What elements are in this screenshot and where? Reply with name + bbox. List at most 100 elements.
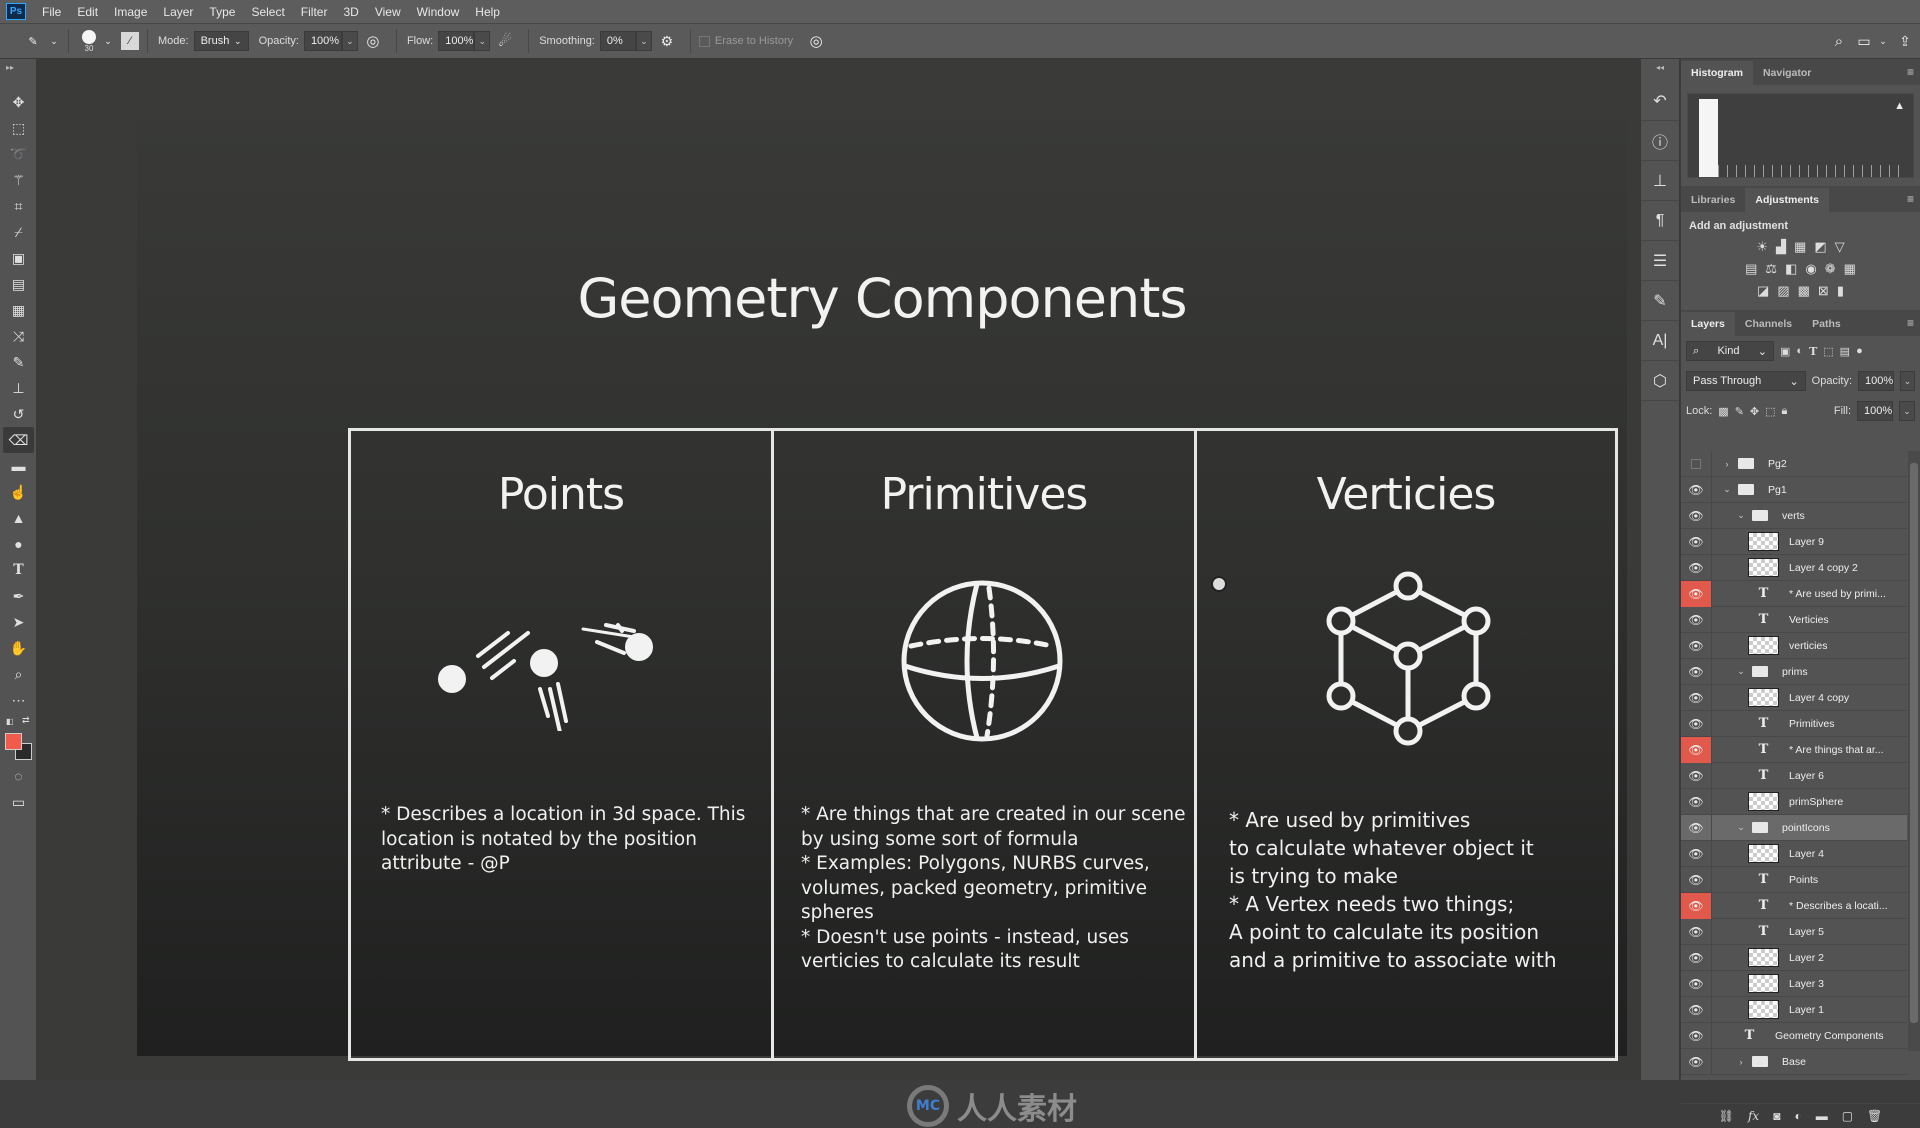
panel-menu-icon[interactable]: ≡	[1907, 316, 1914, 330]
erase-to-history-checkbox[interactable]	[698, 35, 710, 47]
chevron-right-icon[interactable]: ›	[1720, 459, 1734, 469]
collapse-icon[interactable]: ▸▸	[0, 59, 36, 89]
menu-filter[interactable]: Filter	[293, 5, 336, 19]
layer-row[interactable]: 👁︎ › Base	[1681, 1048, 1907, 1075]
layer-row[interactable]: 👁︎ T Verticies	[1681, 606, 1907, 633]
tab-libraries[interactable]: Libraries	[1681, 188, 1745, 212]
eye-icon[interactable]: 👁︎	[1681, 528, 1712, 555]
chevron-down-icon[interactable]: ⌄	[1734, 510, 1748, 521]
document-canvas[interactable]: Geometry Components Points * Describes a…	[137, 119, 1627, 1061]
layer-row[interactable]: 👁︎ primSphere	[1681, 788, 1907, 815]
new-adjustment-layer-icon[interactable]: ◐	[1794, 1109, 1801, 1123]
add-mask-icon[interactable]: ◙	[1773, 1109, 1780, 1123]
smudge-tool-icon[interactable]: ☝	[0, 479, 37, 505]
posterize-icon[interactable]: ▨	[1777, 283, 1789, 299]
threshold-icon[interactable]: ▩	[1798, 283, 1810, 299]
clone-source-panel-icon[interactable]: ⊥	[1641, 161, 1679, 201]
layer-row[interactable]: 👁︎ T Layer 5	[1681, 918, 1907, 945]
flow-dropdown[interactable]: ⌄	[474, 31, 491, 51]
tab-histogram[interactable]: Histogram	[1681, 61, 1753, 85]
eye-icon[interactable]: 👁︎	[1681, 996, 1712, 1023]
filter-shape-icon[interactable]: ⬚	[1823, 345, 1833, 358]
layer-row[interactable]: 👁︎ T Geometry Components	[1681, 1022, 1907, 1049]
chevron-down-icon[interactable]: ⌄	[1734, 666, 1748, 677]
menu-image[interactable]: Image	[106, 5, 155, 19]
panel-menu-icon[interactable]: ≡	[1907, 65, 1914, 79]
eye-icon[interactable]: 👁︎	[1681, 476, 1712, 503]
filter-pixel-icon[interactable]: ▣	[1780, 345, 1790, 358]
menu-type[interactable]: Type	[201, 5, 243, 19]
filter-smart-icon[interactable]: ▤	[1840, 345, 1850, 358]
eye-icon[interactable]: 👁︎	[1681, 684, 1712, 711]
sponge-tool-icon[interactable]: ●	[0, 531, 37, 557]
chevron-right-icon[interactable]: ›	[1734, 1057, 1748, 1067]
magic-wand-tool-icon[interactable]: ⚚	[0, 167, 37, 193]
gradient-map-icon[interactable]: ▮	[1837, 283, 1844, 299]
menu-layer[interactable]: Layer	[155, 5, 201, 19]
lock-position-icon[interactable]: ✥	[1750, 405, 1759, 418]
layers-scrollbar[interactable]	[1908, 451, 1920, 1051]
menu-3d[interactable]: 3D	[335, 5, 366, 19]
layer-row[interactable]: 👁︎ T Primitives	[1681, 710, 1907, 737]
eye-icon[interactable]: 👁︎	[1681, 840, 1712, 867]
history-panel-icon[interactable]: ↶	[1641, 81, 1679, 121]
pressure-size-icon[interactable]: ◎	[801, 32, 831, 50]
screen-mode-icon[interactable]: ▭	[0, 789, 37, 815]
layer-row[interactable]: 👁︎ ⌄ prims	[1681, 658, 1907, 685]
eye-icon[interactable]: 👁︎	[1681, 1022, 1712, 1049]
layer-row[interactable]: 👁︎ T * Describes a locati...	[1681, 892, 1907, 919]
eraser-tool-icon[interactable]: ⌫	[3, 427, 34, 453]
chevron-down-icon[interactable]: ⌄	[1720, 484, 1734, 495]
layer-row[interactable]: 👁︎ Layer 4	[1681, 840, 1907, 867]
delete-layer-icon[interactable]: 🗑︎	[1867, 1109, 1882, 1123]
spot-healing-tool-icon[interactable]: ▣	[0, 245, 37, 271]
character-panel-icon[interactable]: A|	[1641, 321, 1679, 361]
eye-icon[interactable]: 👁︎	[1681, 580, 1712, 607]
gear-icon[interactable]: ⚙	[652, 33, 682, 50]
type-tool-icon[interactable]: T	[0, 557, 37, 583]
layer-opacity-input[interactable]: 100%	[1858, 371, 1895, 391]
eye-icon[interactable]: 👁︎	[1681, 606, 1712, 633]
mode-select[interactable]: Brush ⌄	[193, 31, 249, 51]
layer-row[interactable]: 👁︎ Layer 4 copy	[1681, 684, 1907, 711]
lasso-tool-icon[interactable]: ➰	[0, 141, 37, 167]
chevron-down-icon[interactable]: ⌄	[1734, 822, 1748, 833]
panel-menu-icon[interactable]: ≡	[1907, 192, 1914, 206]
menu-view[interactable]: View	[367, 5, 409, 19]
tab-channels[interactable]: Channels	[1735, 312, 1802, 336]
layer-row[interactable]: 👁︎ ⌄ pointIcons	[1681, 814, 1907, 841]
marquee-tool-icon[interactable]: ⬚	[0, 115, 37, 141]
tab-navigator[interactable]: Navigator	[1753, 61, 1821, 85]
brushes-panel-icon[interactable]: ✎	[1641, 281, 1679, 321]
fx-icon[interactable]: fx	[1748, 1109, 1759, 1123]
gradient-tool-icon[interactable]: ▬	[0, 453, 37, 479]
lock-artboard-icon[interactable]: ⬚	[1765, 405, 1775, 418]
brush-tool-icon[interactable]: ✎	[0, 349, 37, 375]
quick-mask-icon[interactable]: ◌	[0, 763, 37, 789]
new-group-icon[interactable]: ▬	[1816, 1109, 1828, 1123]
eye-icon[interactable]: 👁︎	[1681, 762, 1712, 789]
smoothing-dropdown[interactable]: ⌄	[635, 31, 652, 51]
opacity-dropdown[interactable]: ⌄	[341, 31, 358, 51]
lock-image-icon[interactable]: ✎	[1735, 405, 1744, 418]
eye-icon[interactable]: 👁︎	[1681, 788, 1712, 815]
exposure-icon[interactable]: ◩	[1814, 239, 1826, 255]
curves-icon[interactable]: ▦	[1794, 239, 1806, 255]
airbrush-icon[interactable]: ☄	[490, 32, 520, 50]
collapse-icon[interactable]: ◂◂	[1641, 59, 1679, 81]
tab-layers[interactable]: Layers	[1681, 312, 1735, 336]
layer-row[interactable]: › Pg2	[1681, 450, 1907, 477]
eye-icon[interactable]: 👁︎	[1681, 944, 1712, 971]
channel-mixer-icon[interactable]: ❁	[1825, 261, 1836, 277]
3d-panel-icon[interactable]: ⬡	[1641, 361, 1679, 401]
eye-icon[interactable]: 👁︎	[1681, 892, 1712, 919]
brightness-icon[interactable]: ☀	[1756, 239, 1768, 255]
pen-tool-icon[interactable]: ✒	[0, 583, 37, 609]
eye-icon[interactable]: 👁︎	[1681, 554, 1712, 581]
info-panel-icon[interactable]: ⓘ	[1641, 121, 1679, 161]
menu-window[interactable]: Window	[409, 5, 468, 19]
tab-adjustments[interactable]: Adjustments	[1745, 188, 1829, 212]
layer-opacity-dropdown[interactable]: ⌄	[1900, 371, 1915, 391]
chevron-down-icon[interactable]: ⌄	[101, 36, 115, 47]
eyedropper-tool-icon[interactable]: ⌿	[0, 219, 37, 245]
